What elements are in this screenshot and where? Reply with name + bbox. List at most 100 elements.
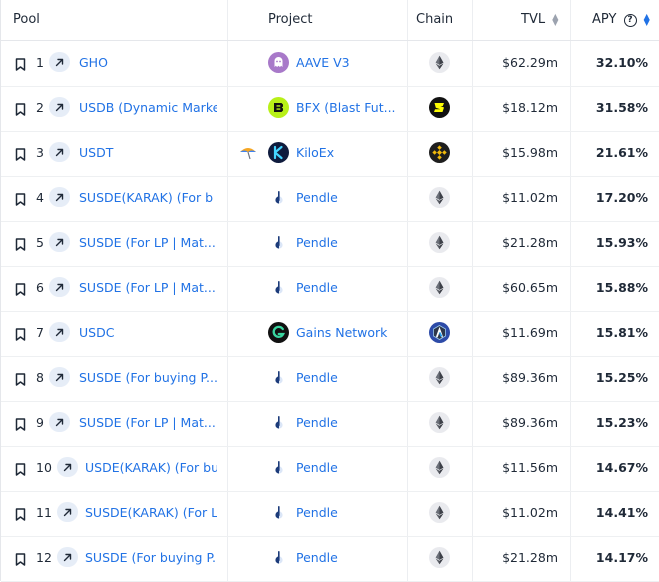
tvl-value: $11.02m	[502, 505, 558, 520]
tvl-value: $62.29m	[502, 55, 558, 70]
apy-value: 15.25%	[595, 370, 648, 385]
bookmark-icon[interactable]	[15, 146, 26, 165]
rank-number: 3	[36, 145, 44, 160]
ethereum-icon	[429, 52, 450, 73]
ethereum-icon	[429, 502, 450, 523]
project-link[interactable]: Pendle	[296, 550, 338, 565]
rank-number: 6	[36, 280, 44, 295]
table-header: Pool Project Chain TVL ▲ ▼ APY ? ▲ ▼	[1, 0, 659, 41]
table-row[interactable]: 5 SUSDE (For LP | Mat... Pendle $21.28m 15.9…	[1, 221, 659, 267]
tvl-value: $21.28m	[502, 550, 558, 565]
tvl-value: $15.98m	[502, 145, 558, 160]
bookmark-icon[interactable]	[15, 236, 26, 255]
apy-sort-header[interactable]: APY ? ▲ ▼	[592, 12, 650, 27]
pendle-icon	[268, 367, 289, 388]
project-link[interactable]: Pendle	[296, 370, 338, 385]
bookmark-icon[interactable]	[15, 371, 26, 390]
pendle-icon	[268, 187, 289, 208]
external-link-icon[interactable]	[57, 547, 78, 567]
bookmark-icon[interactable]	[15, 56, 26, 75]
project-link[interactable]: Pendle	[296, 190, 338, 205]
tvl-value: $60.65m	[502, 280, 558, 295]
external-link-icon[interactable]	[49, 187, 70, 207]
table-row[interactable]: 6 SUSDE (For LP | Mat... Pendle $60.65m 15.8…	[1, 266, 659, 312]
bookmark-icon[interactable]	[15, 506, 26, 525]
bookmark-icon[interactable]	[15, 461, 26, 480]
tvl-value: $11.02m	[502, 190, 558, 205]
project-link[interactable]: KiloEx	[296, 145, 334, 160]
project-link[interactable]: BFX (Blast Fut...	[296, 100, 396, 115]
project-link[interactable]: Pendle	[296, 505, 338, 520]
apy-value: 15.81%	[595, 325, 648, 340]
pool-link[interactable]: USDB (Dynamic Marke	[79, 100, 217, 115]
project-link[interactable]: Pendle	[296, 280, 338, 295]
apy-value: 17.20%	[595, 190, 648, 205]
bookmark-icon[interactable]	[15, 281, 26, 300]
external-link-icon[interactable]	[49, 412, 70, 432]
table-row[interactable]: 12 SUSDE (For buying P... Pendle $21.28m 14.…	[1, 536, 659, 582]
table-row[interactable]: 1 GHO AAVE V3 $62.29m 32.10%	[1, 41, 659, 87]
sort-icon: ▲ ▼	[643, 11, 650, 27]
rank-number: 4	[36, 190, 44, 205]
bookmark-icon[interactable]	[15, 416, 26, 435]
tvl-sort-header[interactable]: TVL ▲ ▼	[521, 12, 558, 27]
kiloex-icon	[268, 142, 289, 163]
bfx-icon	[268, 97, 289, 118]
pool-link[interactable]: USDT	[79, 145, 217, 160]
bookmark-icon[interactable]	[15, 101, 26, 120]
rank-number: 11	[36, 505, 52, 520]
pool-link[interactable]: USDC	[79, 325, 217, 340]
apy-value: 14.67%	[595, 460, 648, 475]
external-link-icon[interactable]	[57, 457, 78, 477]
table-row[interactable]: 7 USDC Gains Network $11.69m 15.81%	[1, 311, 659, 357]
pool-link[interactable]: SUSDE (For LP | Mat...	[79, 280, 217, 295]
project-link[interactable]: Gains Network	[296, 325, 387, 340]
pool-link[interactable]: SUSDE (For buying P...	[85, 550, 217, 565]
pool-link[interactable]: GHO	[79, 55, 217, 70]
help-icon[interactable]: ?	[623, 14, 637, 27]
external-link-icon[interactable]	[49, 97, 70, 117]
pendle-icon	[268, 412, 289, 433]
pool-link[interactable]: SUSDE (For LP | Mat...	[79, 415, 217, 430]
table-row[interactable]: 11 SUSDE(KARAK) (For L Pendle $11.02m 14.41%	[1, 491, 659, 537]
pool-link[interactable]: SUSDE (For LP | Mat...	[79, 235, 217, 250]
arbitrum-icon	[429, 322, 450, 343]
pool-link[interactable]: USDE(KARAK) (For bu	[85, 460, 217, 475]
table-row[interactable]: 2 USDB (Dynamic Marke BFX (Blast Fut... $18…	[1, 86, 659, 132]
project-link[interactable]: Pendle	[296, 235, 338, 250]
project-column-header: Project	[268, 12, 313, 27]
bookmark-icon[interactable]	[15, 551, 26, 570]
pendle-icon	[268, 502, 289, 523]
tvl-value: $11.56m	[502, 460, 558, 475]
external-link-icon[interactable]	[49, 142, 70, 162]
apy-value: 31.58%	[595, 100, 648, 115]
table-row[interactable]: 4 SUSDE(KARAK) (For b Pendle $11.02m 17.20%	[1, 176, 659, 222]
table-row[interactable]: 3 USDT KiloEx $15.98m 21.61%	[1, 131, 659, 177]
rank-number: 10	[36, 460, 52, 475]
pool-link[interactable]: SUSDE(KARAK) (For b	[79, 190, 217, 205]
project-link[interactable]: Pendle	[296, 460, 338, 475]
external-link-icon[interactable]	[49, 277, 70, 297]
external-link-icon[interactable]	[49, 322, 70, 342]
tvl-value: $18.12m	[502, 100, 558, 115]
ethereum-icon	[429, 187, 450, 208]
ethereum-icon	[429, 367, 450, 388]
external-link-icon[interactable]	[49, 367, 70, 387]
external-link-icon[interactable]	[57, 502, 78, 522]
apy-value: 15.88%	[595, 280, 648, 295]
tvl-value: $89.36m	[502, 370, 558, 385]
project-link[interactable]: AAVE V3	[296, 55, 350, 70]
bookmark-icon[interactable]	[15, 191, 26, 210]
table-row[interactable]: 10 USDE(KARAK) (For bu Pendle $11.56m 14.67%	[1, 446, 659, 492]
table-row[interactable]: 9 SUSDE (For LP | Mat... Pendle $89.36m 15.2…	[1, 401, 659, 447]
apy-value: 14.41%	[595, 505, 648, 520]
project-link[interactable]: Pendle	[296, 415, 338, 430]
bookmark-icon[interactable]	[15, 326, 26, 345]
pool-link[interactable]: SUSDE (For buying P...	[79, 370, 217, 385]
external-link-icon[interactable]	[49, 52, 70, 72]
table-row[interactable]: 8 SUSDE (For buying P... Pendle $89.36m 15.2…	[1, 356, 659, 402]
external-link-icon[interactable]	[49, 232, 70, 252]
pool-link[interactable]: SUSDE(KARAK) (For L	[85, 505, 217, 520]
apy-value: 21.61%	[595, 145, 648, 160]
apy-value: 14.17%	[595, 550, 648, 565]
